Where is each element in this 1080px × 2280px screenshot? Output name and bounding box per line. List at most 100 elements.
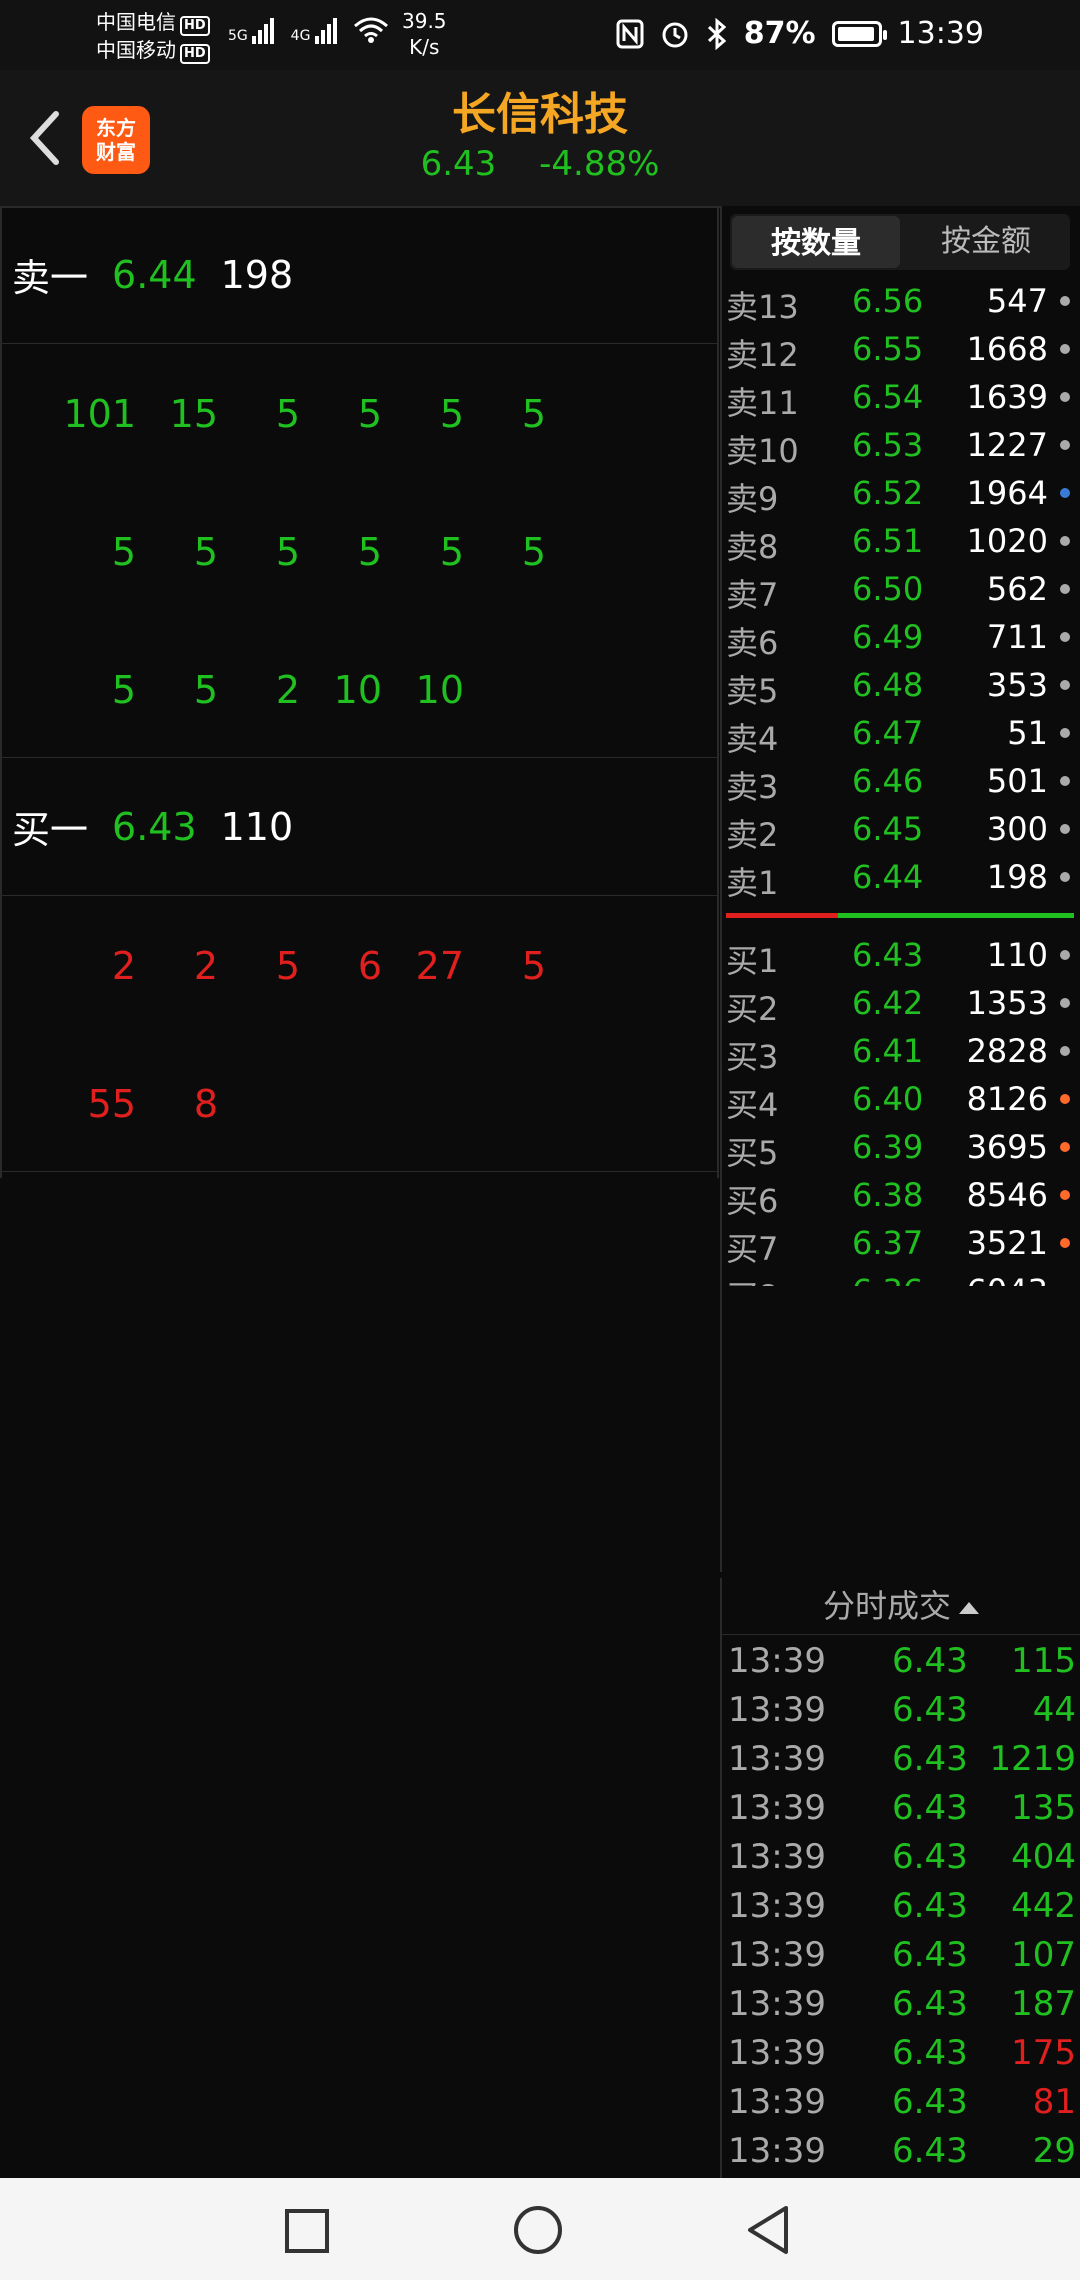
asks-level-label: 卖5 [726,672,779,710]
order-qty: 8 [193,1082,218,1126]
tick-time: 13:39 [728,2082,826,2122]
asks-level-price: 6.46 [852,762,924,800]
bids-level-row[interactable]: 买5 6.39 3695 [722,1122,1078,1172]
signal-bars-icon [314,18,339,44]
asks-level-price: 6.56 [852,282,924,320]
asks-level-row[interactable]: 卖1 6.44 198 [722,852,1078,902]
carrier-info: 中国电信 HD 中国移动 HD [96,8,210,64]
order-qty: 5 [193,530,218,574]
collapse-up-icon[interactable] [959,1602,979,1614]
asks-level-label: 卖4 [726,720,779,758]
asks-level-row[interactable]: 卖6 6.49 711 [722,612,1078,662]
asks-level-row[interactable]: 卖7 6.50 562 [722,564,1078,614]
tick-volume: 175 [1011,2033,1076,2073]
asks-level-volume: 1639 [966,378,1048,416]
tick-row: 13:39 6.43 44 [722,1684,1080,1733]
tick-volume: 1219 [989,1739,1076,1779]
status-dot-icon [1060,488,1070,498]
by-quantity-tab[interactable]: 按数量 [732,216,900,268]
bids-level-label: 买3 [726,1038,779,1076]
status-dot-icon [1060,950,1070,960]
tick-volume: 187 [1011,1984,1076,2024]
order-book-list[interactable]: 卖13 6.56 547 卖12 6.55 1668 卖11 6.54 1639 卖10 6.53 1… [722,276,1078,1286]
status-dot-icon [1060,998,1070,1008]
asks-level-price: 6.53 [852,426,924,464]
order-qty: 101 [63,392,136,436]
asks-level-row[interactable]: 卖12 6.55 1668 [722,324,1078,374]
tick-time: 13:39 [728,1788,826,1828]
asks-level-volume: 198 [986,858,1048,896]
network-speed: 39.5 K/s [402,8,447,60]
order-qty: 5 [357,530,382,574]
asks-level-price: 6.55 [852,330,924,368]
buy-one-row: 买一 6.43 110 [0,758,719,896]
recents-square-icon[interactable] [284,2208,330,2254]
status-dot-icon [1060,296,1070,306]
status-dot-icon [1060,1238,1070,1248]
asks-level-label: 卖8 [726,528,779,566]
bids-level-row[interactable]: 买8 6.36 6043 [722,1266,1078,1286]
speed-unit: K/s [409,35,440,59]
asks-level-row[interactable]: 卖8 6.51 1020 [722,516,1078,566]
bids-level-row[interactable]: 买2 6.42 1353 [722,978,1078,1028]
bids-level-row[interactable]: 买1 6.43 110 [722,930,1078,980]
asks-level-row[interactable]: 卖10 6.53 1227 [722,420,1078,470]
bids-level-row[interactable]: 买3 6.41 2828 [722,1026,1078,1076]
asks-level-row[interactable]: 卖13 6.56 547 [722,276,1078,326]
tick-trades-list[interactable]: 13:39 6.43 115 13:39 6.43 44 13:39 6.43 1219 13:3… [722,1635,1080,2174]
order-qty: 10 [415,668,464,712]
tick-price: 6.43 [892,2082,968,2122]
tick-row: 13:39 6.43 115 [722,1635,1080,1684]
asks-level-label: 卖12 [726,336,799,374]
tick-volume: 135 [1011,1788,1076,1828]
order-qty: 5 [521,392,546,436]
network-type-1: 5G [228,28,248,44]
home-circle-icon[interactable] [512,2204,564,2256]
sell-one-qty: 198 [220,252,294,297]
buy-one-label: 买一 [12,808,89,852]
buy-order-queue: 2 2 5 6 27 5 55 8 [0,896,719,1172]
order-qty: 6 [357,944,382,988]
order-qty: 5 [439,392,464,436]
bids-level-price: 6.38 [852,1176,924,1214]
tick-trades-title: 分时成交 [822,1587,951,1625]
asks-level-price: 6.47 [852,714,924,752]
bids-level-volume: 1353 [966,984,1048,1022]
clock: 13:39 [897,16,984,51]
order-qty: 5 [275,530,300,574]
tick-trades-header[interactable]: 分时成交 [722,1578,1080,1635]
asks-level-label: 卖1 [726,864,779,902]
tick-volume: 115 [1011,1641,1076,1681]
asks-level-row[interactable]: 卖2 6.45 300 [722,804,1078,854]
bids-level-row[interactable]: 买4 6.40 8126 [722,1074,1078,1124]
asks-level-row[interactable]: 卖9 6.52 1964 [722,468,1078,518]
asks-level-volume: 1964 [966,474,1048,512]
asks-level-row[interactable]: 卖11 6.54 1639 [722,372,1078,422]
tick-row: 13:39 6.43 81 [722,2076,1080,2125]
status-dot-icon [1060,440,1070,450]
asks-level-price: 6.45 [852,810,924,848]
asks-level-label: 卖7 [726,576,779,614]
by-amount-tab[interactable]: 按金额 [902,214,1070,270]
bids-level-label: 买8 [726,1272,778,1286]
back-triangle-icon[interactable] [744,2204,792,2256]
order-qty: 5 [439,530,464,574]
buy-one-price: 6.43 [112,804,197,849]
bids-level-price: 6.36 [852,1272,923,1286]
tick-row: 13:39 6.43 442 [722,1880,1080,1929]
tick-price: 6.43 [892,1984,968,2024]
sell-one-row: 卖一 6.44 198 [0,206,719,344]
alarm-icon [662,22,688,48]
tick-row: 13:39 6.43 187 [722,1978,1080,2027]
asks-level-label: 卖9 [726,480,779,518]
asks-level-volume: 562 [986,570,1048,608]
asks-level-label: 卖6 [726,624,779,662]
bids-level-row[interactable]: 买6 6.38 8546 [722,1170,1078,1220]
asks-level-row[interactable]: 卖4 6.47 51 [722,708,1078,758]
asks-level-row[interactable]: 卖5 6.48 353 [722,660,1078,710]
asks-level-row[interactable]: 卖3 6.46 501 [722,756,1078,806]
order-qty: 15 [169,392,218,436]
bids-level-row[interactable]: 买7 6.37 3521 [722,1218,1078,1268]
asks-level-volume: 1668 [966,330,1048,368]
network-type-2: 4G [290,28,311,44]
